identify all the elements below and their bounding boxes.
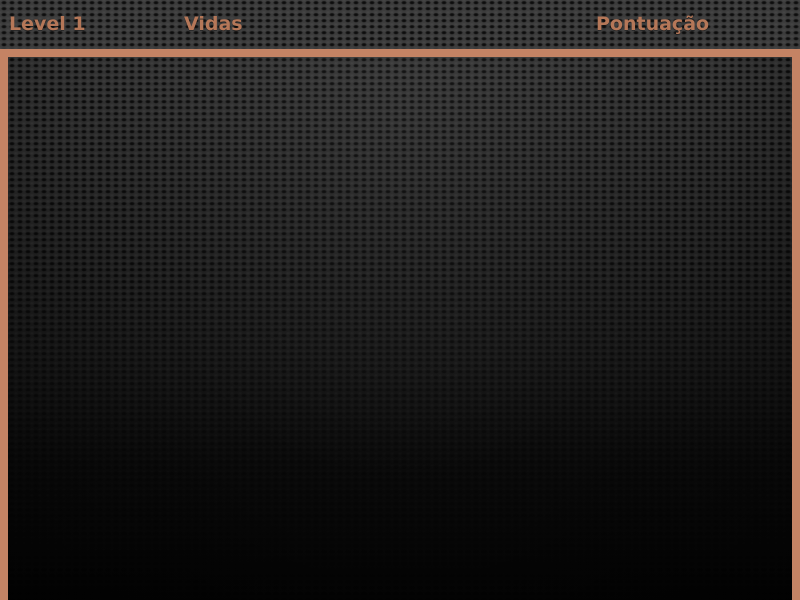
game-screen: Level 1 Vidas Pontuação [0, 0, 800, 600]
lives-label: Vidas [184, 13, 243, 35]
playfield[interactable] [8, 57, 792, 600]
playfield-frame [0, 49, 800, 600]
playfield-texture [8, 57, 792, 600]
hud-bar: Level 1 Vidas Pontuação [0, 0, 800, 49]
level-label: Level 1 [9, 13, 86, 35]
score-label: Pontuação [596, 13, 710, 35]
